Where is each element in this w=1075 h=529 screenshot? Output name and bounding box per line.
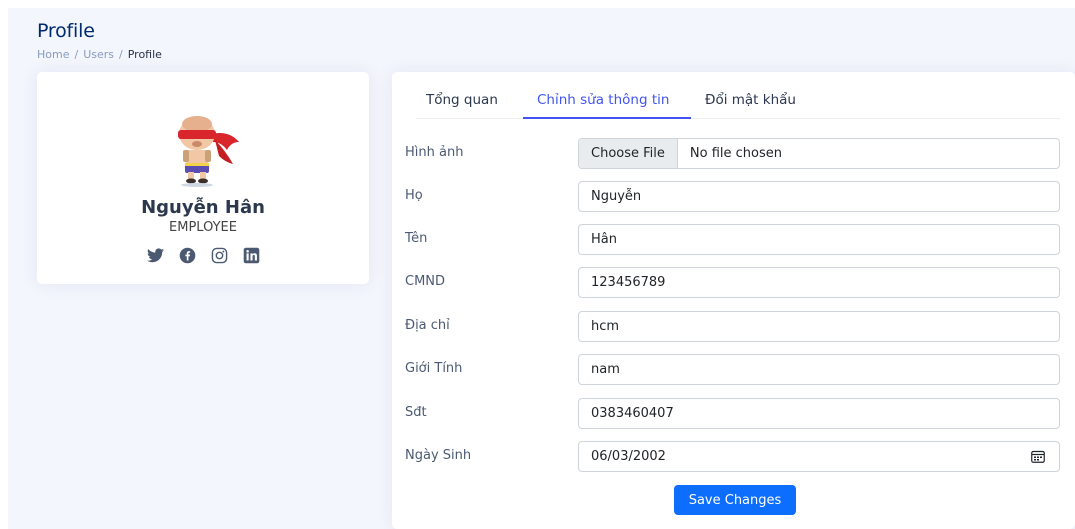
tab-change-password[interactable]: Đổi mật khẩu	[691, 86, 808, 119]
linkedin-icon[interactable]	[242, 246, 260, 264]
form-row-gioitinh: Giới Tính nam	[392, 354, 1075, 385]
profile-role: EMPLOYEE	[169, 220, 237, 235]
edit-profile-card: Tổng quan Chỉnh sửa thông tin Đổi mật kh…	[392, 72, 1075, 529]
address-input[interactable]: hcm	[578, 311, 1060, 342]
breadcrumb-users[interactable]: Users	[83, 48, 114, 61]
breadcrumb-separator: /	[74, 48, 79, 61]
save-changes-button[interactable]: Save Changes	[674, 485, 796, 515]
birthdate-value: 06/03/2002	[591, 449, 666, 464]
page-title: Profile	[37, 20, 95, 42]
cmnd-label: CMND	[405, 274, 446, 289]
breadcrumb-home[interactable]: Home	[37, 48, 69, 61]
page-title-block: Profile Home / Users / Profile	[37, 20, 162, 61]
image-label: Hình ảnh	[405, 145, 464, 160]
choose-file-button[interactable]: Choose File	[579, 139, 678, 168]
form-row-image: Hình ảnh Choose File No file chosen	[392, 138, 1075, 169]
ho-label: Họ	[405, 188, 423, 203]
tab-edit-profile[interactable]: Chỉnh sửa thông tin	[523, 86, 691, 119]
instagram-icon[interactable]	[210, 246, 228, 264]
breadcrumb: Home / Users / Profile	[37, 48, 162, 61]
calendar-icon[interactable]	[1031, 450, 1045, 463]
address-label: Địa chỉ	[405, 318, 450, 333]
profile-card: Nguyễn Hân EMPLOYEE	[37, 72, 369, 284]
form-row-diachi: Địa chỉ hcm	[392, 311, 1075, 342]
gender-label: Giới Tính	[405, 361, 463, 376]
phone-label: Sđt	[405, 405, 427, 420]
ten-input[interactable]: Hân	[578, 224, 1060, 255]
twitter-icon[interactable]	[146, 246, 164, 264]
file-input[interactable]: Choose File No file chosen	[578, 138, 1060, 169]
birthdate-label: Ngày Sinh	[405, 448, 472, 463]
birthdate-input[interactable]: 06/03/2002	[578, 441, 1060, 472]
file-status: No file chosen	[689, 146, 782, 161]
facebook-icon[interactable]	[178, 246, 196, 264]
profile-name: Nguyễn Hân	[141, 197, 265, 218]
form-row-ngaysinh: Ngày Sinh 06/03/2002	[392, 441, 1075, 472]
breadcrumb-separator: /	[119, 48, 123, 61]
ho-input[interactable]: Nguyễn	[578, 181, 1060, 212]
form-row-sdt: Sđt 0383460407	[392, 398, 1075, 429]
form-row-ten: Tên Hân	[392, 224, 1075, 255]
form-row-ho: Họ Nguyễn	[392, 181, 1075, 212]
breadcrumb-profile: Profile	[127, 48, 162, 61]
tab-overview[interactable]: Tổng quan	[416, 86, 523, 119]
ten-label: Tên	[405, 231, 428, 246]
avatar	[161, 112, 245, 188]
social-links	[37, 246, 369, 264]
gender-input[interactable]: nam	[578, 354, 1060, 385]
profile-tabs: Tổng quan Chỉnh sửa thông tin Đổi mật kh…	[416, 86, 1060, 119]
form-row-cmnd: CMND 123456789	[392, 267, 1075, 298]
cmnd-input[interactable]: 123456789	[578, 267, 1060, 298]
phone-input[interactable]: 0383460407	[578, 398, 1060, 429]
